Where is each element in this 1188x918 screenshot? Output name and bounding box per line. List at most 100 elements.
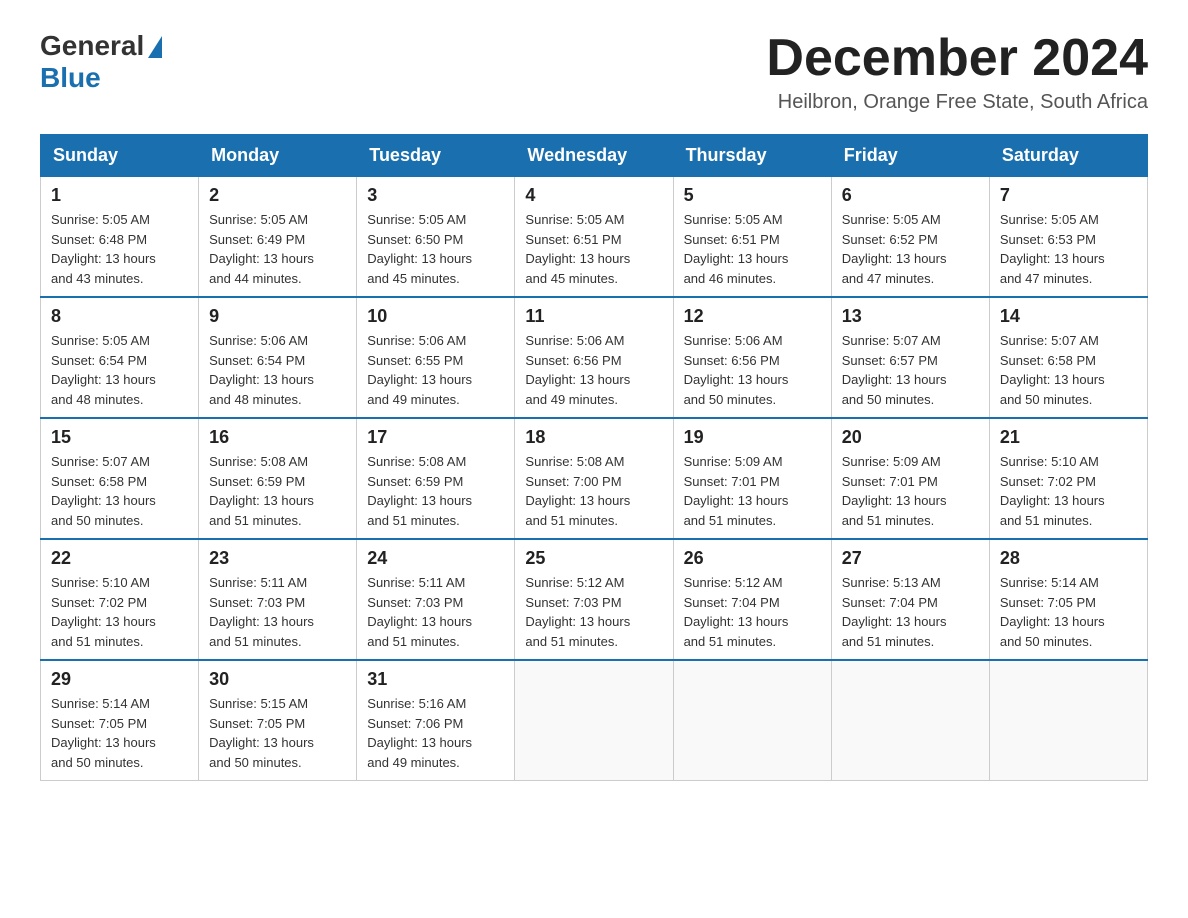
day-info: Sunrise: 5:09 AMSunset: 7:01 PMDaylight:…: [842, 452, 979, 530]
day-info: Sunrise: 5:10 AMSunset: 7:02 PMDaylight:…: [51, 573, 188, 651]
day-info: Sunrise: 5:05 AMSunset: 6:49 PMDaylight:…: [209, 210, 346, 288]
calendar-cell: 17 Sunrise: 5:08 AMSunset: 6:59 PMDayligh…: [357, 418, 515, 539]
weekday-header-saturday: Saturday: [989, 135, 1147, 177]
logo-blue-text: Blue: [40, 62, 101, 94]
calendar-header-row: SundayMondayTuesdayWednesdayThursdayFrid…: [41, 135, 1148, 177]
calendar-cell: 18 Sunrise: 5:08 AMSunset: 7:00 PMDayligh…: [515, 418, 673, 539]
calendar-week-row: 29Sunrise: 5:14 AMSunset: 7:05 PMDayligh…: [41, 660, 1148, 781]
day-info: Sunrise: 5:05 AMSunset: 6:51 PMDaylight:…: [525, 210, 662, 288]
day-info: Sunrise: 5:06 AMSunset: 6:56 PMDaylight:…: [684, 331, 821, 409]
logo-general-text: General: [40, 30, 144, 62]
day-number: 13: [842, 306, 979, 327]
day-number: 25: [525, 548, 662, 569]
calendar-cell: 20 Sunrise: 5:09 AMSunset: 7:01 PMDayligh…: [831, 418, 989, 539]
calendar-cell: [831, 660, 989, 781]
day-number: 1: [51, 185, 188, 206]
day-info: Sunrise: 5:06 AMSunset: 6:56 PMDaylight:…: [525, 331, 662, 409]
day-info: Sunrise: 5:05 AMSunset: 6:50 PMDaylight:…: [367, 210, 504, 288]
calendar-cell: 10 Sunrise: 5:06 AMSunset: 6:55 PMDayligh…: [357, 297, 515, 418]
day-number: 11: [525, 306, 662, 327]
calendar-cell: 28 Sunrise: 5:14 AMSunset: 7:05 PMDayligh…: [989, 539, 1147, 660]
day-info: Sunrise: 5:06 AMSunset: 6:55 PMDaylight:…: [367, 331, 504, 409]
day-info: Sunrise: 5:14 AMSunset: 7:05 PMDaylight:…: [1000, 573, 1137, 651]
day-info: Sunrise: 5:07 AMSunset: 6:58 PMDaylight:…: [51, 452, 188, 530]
logo-triangle-icon: [148, 36, 162, 58]
day-info: Sunrise: 5:05 AMSunset: 6:54 PMDaylight:…: [51, 331, 188, 409]
day-number: 31: [367, 669, 504, 690]
day-number: 9: [209, 306, 346, 327]
day-info: Sunrise: 5:08 AMSunset: 6:59 PMDaylight:…: [367, 452, 504, 530]
day-number: 10: [367, 306, 504, 327]
calendar-cell: 29Sunrise: 5:14 AMSunset: 7:05 PMDayligh…: [41, 660, 199, 781]
day-info: Sunrise: 5:13 AMSunset: 7:04 PMDaylight:…: [842, 573, 979, 651]
day-number: 7: [1000, 185, 1137, 206]
day-number: 6: [842, 185, 979, 206]
calendar-cell: 7 Sunrise: 5:05 AMSunset: 6:53 PMDaylight…: [989, 177, 1147, 298]
day-info: Sunrise: 5:05 AMSunset: 6:53 PMDaylight:…: [1000, 210, 1137, 288]
day-number: 14: [1000, 306, 1137, 327]
day-info: Sunrise: 5:16 AMSunset: 7:06 PMDaylight:…: [367, 694, 504, 772]
day-info: Sunrise: 5:09 AMSunset: 7:01 PMDaylight:…: [684, 452, 821, 530]
day-info: Sunrise: 5:07 AMSunset: 6:57 PMDaylight:…: [842, 331, 979, 409]
calendar-cell: 22 Sunrise: 5:10 AMSunset: 7:02 PMDayligh…: [41, 539, 199, 660]
day-info: Sunrise: 5:10 AMSunset: 7:02 PMDaylight:…: [1000, 452, 1137, 530]
calendar-week-row: 1Sunrise: 5:05 AMSunset: 6:48 PMDaylight…: [41, 177, 1148, 298]
calendar-cell: [515, 660, 673, 781]
day-number: 30: [209, 669, 346, 690]
day-info: Sunrise: 5:05 AMSunset: 6:51 PMDaylight:…: [684, 210, 821, 288]
calendar-cell: 6 Sunrise: 5:05 AMSunset: 6:52 PMDaylight…: [831, 177, 989, 298]
calendar-cell: 3 Sunrise: 5:05 AMSunset: 6:50 PMDaylight…: [357, 177, 515, 298]
page-header: General Blue December 2024 Heilbron, Ora…: [40, 30, 1148, 114]
day-number: 3: [367, 185, 504, 206]
day-number: 23: [209, 548, 346, 569]
day-number: 24: [367, 548, 504, 569]
calendar-cell: 14 Sunrise: 5:07 AMSunset: 6:58 PMDayligh…: [989, 297, 1147, 418]
day-number: 26: [684, 548, 821, 569]
day-info: Sunrise: 5:06 AMSunset: 6:54 PMDaylight:…: [209, 331, 346, 409]
day-number: 20: [842, 427, 979, 448]
day-info: Sunrise: 5:08 AMSunset: 7:00 PMDaylight:…: [525, 452, 662, 530]
day-number: 2: [209, 185, 346, 206]
calendar-cell: 2 Sunrise: 5:05 AMSunset: 6:49 PMDaylight…: [199, 177, 357, 298]
day-number: 17: [367, 427, 504, 448]
day-number: 4: [525, 185, 662, 206]
location-text: Heilbron, Orange Free State, South Afric…: [766, 91, 1148, 114]
day-info: Sunrise: 5:05 AMSunset: 6:52 PMDaylight:…: [842, 210, 979, 288]
day-number: 12: [684, 306, 821, 327]
day-number: 18: [525, 427, 662, 448]
calendar-cell: 24 Sunrise: 5:11 AMSunset: 7:03 PMDayligh…: [357, 539, 515, 660]
day-number: 28: [1000, 548, 1137, 569]
title-section: December 2024 Heilbron, Orange Free Stat…: [766, 30, 1148, 114]
calendar-cell: 15 Sunrise: 5:07 AMSunset: 6:58 PMDayligh…: [41, 418, 199, 539]
weekday-header-friday: Friday: [831, 135, 989, 177]
calendar-cell: 11 Sunrise: 5:06 AMSunset: 6:56 PMDayligh…: [515, 297, 673, 418]
calendar-cell: 25 Sunrise: 5:12 AMSunset: 7:03 PMDayligh…: [515, 539, 673, 660]
day-info: Sunrise: 5:11 AMSunset: 7:03 PMDaylight:…: [367, 573, 504, 651]
day-info: Sunrise: 5:15 AMSunset: 7:05 PMDaylight:…: [209, 694, 346, 772]
day-info: Sunrise: 5:07 AMSunset: 6:58 PMDaylight:…: [1000, 331, 1137, 409]
weekday-header-monday: Monday: [199, 135, 357, 177]
day-number: 27: [842, 548, 979, 569]
day-number: 16: [209, 427, 346, 448]
weekday-header-thursday: Thursday: [673, 135, 831, 177]
calendar-cell: 16 Sunrise: 5:08 AMSunset: 6:59 PMDayligh…: [199, 418, 357, 539]
calendar-cell: 31 Sunrise: 5:16 AMSunset: 7:06 PMDayligh…: [357, 660, 515, 781]
day-info: Sunrise: 5:12 AMSunset: 7:03 PMDaylight:…: [525, 573, 662, 651]
day-info: Sunrise: 5:08 AMSunset: 6:59 PMDaylight:…: [209, 452, 346, 530]
weekday-header-wednesday: Wednesday: [515, 135, 673, 177]
calendar-cell: 5Sunrise: 5:05 AMSunset: 6:51 PMDaylight…: [673, 177, 831, 298]
weekday-header-sunday: Sunday: [41, 135, 199, 177]
calendar-cell: 12 Sunrise: 5:06 AMSunset: 6:56 PMDayligh…: [673, 297, 831, 418]
calendar-table: SundayMondayTuesdayWednesdayThursdayFrid…: [40, 134, 1148, 781]
calendar-cell: 4 Sunrise: 5:05 AMSunset: 6:51 PMDaylight…: [515, 177, 673, 298]
calendar-cell: 13 Sunrise: 5:07 AMSunset: 6:57 PMDayligh…: [831, 297, 989, 418]
calendar-cell: 9 Sunrise: 5:06 AMSunset: 6:54 PMDaylight…: [199, 297, 357, 418]
calendar-week-row: 15 Sunrise: 5:07 AMSunset: 6:58 PMDayligh…: [41, 418, 1148, 539]
day-number: 15: [51, 427, 188, 448]
day-info: Sunrise: 5:14 AMSunset: 7:05 PMDaylight:…: [51, 694, 188, 772]
day-number: 8: [51, 306, 188, 327]
day-number: 21: [1000, 427, 1137, 448]
calendar-cell: 23Sunrise: 5:11 AMSunset: 7:03 PMDayligh…: [199, 539, 357, 660]
day-number: 22: [51, 548, 188, 569]
calendar-cell: 8 Sunrise: 5:05 AMSunset: 6:54 PMDaylight…: [41, 297, 199, 418]
